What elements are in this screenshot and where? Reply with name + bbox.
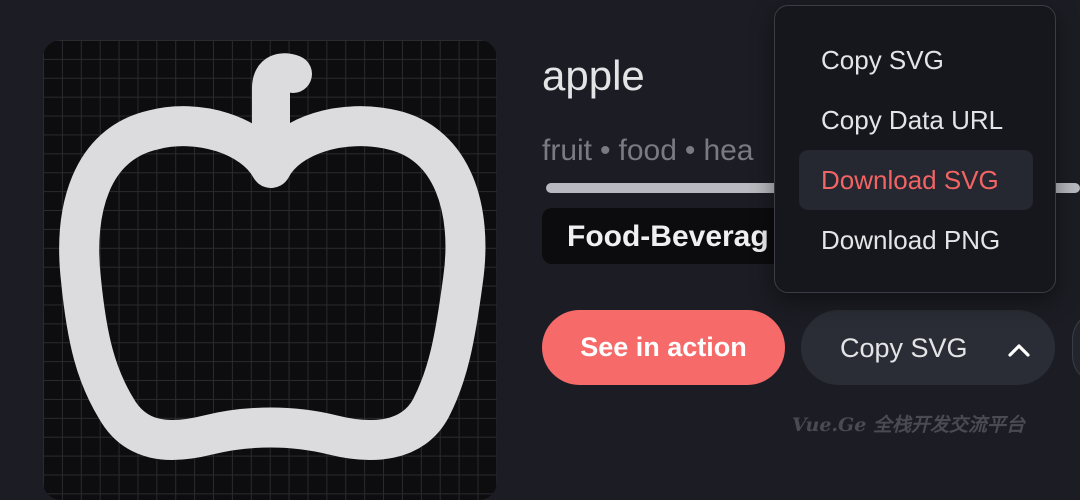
- more-button[interactable]: [1072, 310, 1080, 385]
- icon-preview: [43, 40, 497, 500]
- menu-item-copy-svg[interactable]: Copy SVG: [799, 30, 1033, 90]
- menu-item-copy-data-url[interactable]: Copy Data URL: [799, 90, 1033, 150]
- icon-title: apple: [542, 52, 645, 99]
- menu-item-download-png[interactable]: Download PNG: [799, 210, 1033, 270]
- tag[interactable]: hea: [703, 134, 753, 167]
- menu-item-download-svg[interactable]: Download SVG: [799, 150, 1033, 210]
- tag-separator: •: [684, 134, 696, 167]
- category-badge[interactable]: Food-Beverag: [542, 208, 792, 264]
- see-in-action-button[interactable]: See in action: [542, 310, 785, 385]
- copy-options-menu: Copy SVG Copy Data URL Download SVG Down…: [774, 5, 1056, 293]
- copy-svg-label[interactable]: Copy SVG: [840, 333, 968, 364]
- copy-svg-split-button[interactable]: Copy SVG: [801, 310, 1055, 385]
- watermark: Vue.Ge 全栈开发交流平台: [792, 414, 1025, 436]
- tag[interactable]: food: [619, 134, 677, 167]
- chevron-up-icon[interactable]: [1007, 336, 1031, 367]
- tag[interactable]: fruit: [542, 134, 592, 167]
- tag-separator: •: [600, 134, 611, 167]
- apple-icon: [59, 53, 486, 460]
